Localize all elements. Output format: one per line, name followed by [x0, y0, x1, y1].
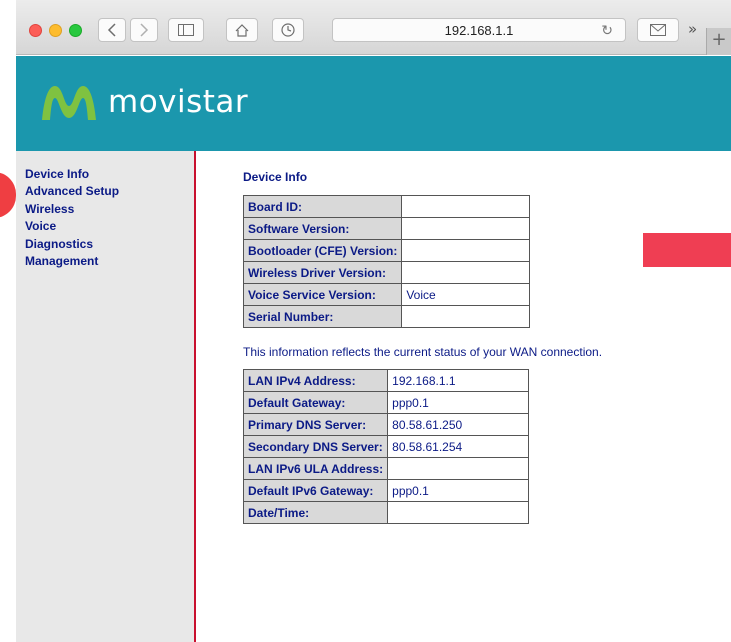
movistar-logo-icon [42, 86, 96, 120]
mail-icon [650, 24, 666, 36]
row-label: Serial Number: [242, 305, 403, 328]
home-button[interactable] [226, 18, 258, 42]
row-label: Date/Time: [242, 501, 389, 524]
row-label: Bootloader (CFE) Version: [242, 239, 403, 262]
forward-icon [140, 23, 149, 37]
brand-name: movistar [108, 84, 249, 120]
wan-status-note: This information reflects the current st… [243, 345, 603, 359]
more-icon[interactable]: » [688, 20, 697, 38]
row-value [401, 195, 531, 218]
browser-toolbar: 192.168.1.1 ↻ » + [0, 0, 731, 55]
row-label: Board ID: [242, 195, 403, 218]
sidebar-icon [178, 24, 194, 36]
row-label: Wireless Driver Version: [242, 261, 403, 284]
minimize-window-button[interactable] [49, 24, 62, 37]
share-button[interactable] [637, 18, 679, 42]
sidebar-item-voice[interactable]: Voice [25, 218, 119, 235]
back-button[interactable] [98, 18, 126, 42]
row-label: Voice Service Version: [242, 283, 403, 306]
sidebar-item-device-info[interactable]: Device Info [25, 166, 119, 183]
device-info-table: Board ID: Software Version: Bootloader (… [242, 195, 531, 328]
row-label: Default Gateway: [242, 391, 389, 414]
sidebar-menu: Device Info Advanced Setup Wireless Voic… [25, 166, 119, 270]
row-label: Software Version: [242, 217, 403, 240]
sidebar-item-advanced-setup[interactable]: Advanced Setup [25, 183, 119, 200]
table-row: Primary DNS Server: 80.58.61.250 [242, 413, 530, 436]
row-label: Primary DNS Server: [242, 413, 389, 436]
table-row: LAN IPv4 Address: 192.168.1.1 [242, 369, 530, 392]
back-icon [107, 23, 116, 37]
row-value: ppp0.1 [387, 479, 530, 502]
row-value [387, 457, 530, 480]
table-row: Wireless Driver Version: [242, 261, 531, 284]
row-value [401, 305, 531, 328]
sidebar-item-diagnostics[interactable]: Diagnostics [25, 236, 119, 253]
address-bar[interactable]: 192.168.1.1 ↻ [332, 18, 626, 42]
row-value: Voice [401, 283, 531, 306]
header-banner: movistar [16, 56, 731, 151]
row-value: 80.58.61.250 [387, 413, 530, 436]
new-tab-button[interactable]: + [706, 28, 731, 55]
row-value [401, 239, 531, 262]
home-icon [235, 23, 249, 37]
zoom-window-button[interactable] [69, 24, 82, 37]
table-row: Bootloader (CFE) Version: [242, 239, 531, 262]
history-button[interactable] [272, 18, 304, 42]
close-window-button[interactable] [29, 24, 42, 37]
history-icon [281, 23, 295, 37]
row-value [401, 217, 531, 240]
table-row: Software Version: [242, 217, 531, 240]
row-value: 192.168.1.1 [387, 369, 530, 392]
row-value: 80.58.61.254 [387, 435, 530, 458]
red-highlight [643, 233, 731, 267]
table-row: LAN IPv6 ULA Address: [242, 457, 530, 480]
table-row: Default IPv6 Gateway: ppp0.1 [242, 479, 530, 502]
window-edge [0, 0, 16, 642]
row-label: LAN IPv4 Address: [242, 369, 389, 392]
address-text: 192.168.1.1 [444, 22, 514, 38]
wan-info-table: LAN IPv4 Address: 192.168.1.1 Default Gat… [242, 369, 530, 524]
row-value [401, 261, 531, 284]
table-row: Date/Time: [242, 501, 530, 524]
table-row: Secondary DNS Server: 80.58.61.254 [242, 435, 530, 458]
sidebar-toggle-button[interactable] [168, 18, 204, 42]
sidebar-item-wireless[interactable]: Wireless [25, 201, 119, 218]
sidebar-item-management[interactable]: Management [25, 253, 119, 270]
reload-icon[interactable]: ↻ [601, 22, 613, 39]
forward-button[interactable] [130, 18, 158, 42]
page-title: Device Info [243, 170, 308, 184]
table-row: Voice Service Version: Voice [242, 283, 531, 306]
row-label: LAN IPv6 ULA Address: [242, 457, 389, 480]
main-content: Device Info Board ID: Software Version: … [198, 151, 731, 642]
row-value: ppp0.1 [387, 391, 530, 414]
row-label: Secondary DNS Server: [242, 435, 389, 458]
sidebar-nav: Device Info Advanced Setup Wireless Voic… [16, 151, 196, 642]
table-row: Serial Number: [242, 305, 531, 328]
row-value [387, 501, 530, 524]
new-tab-icon: + [711, 29, 727, 50]
table-row: Board ID: [242, 195, 531, 218]
table-row: Default Gateway: ppp0.1 [242, 391, 530, 414]
row-label: Default IPv6 Gateway: [242, 479, 389, 502]
